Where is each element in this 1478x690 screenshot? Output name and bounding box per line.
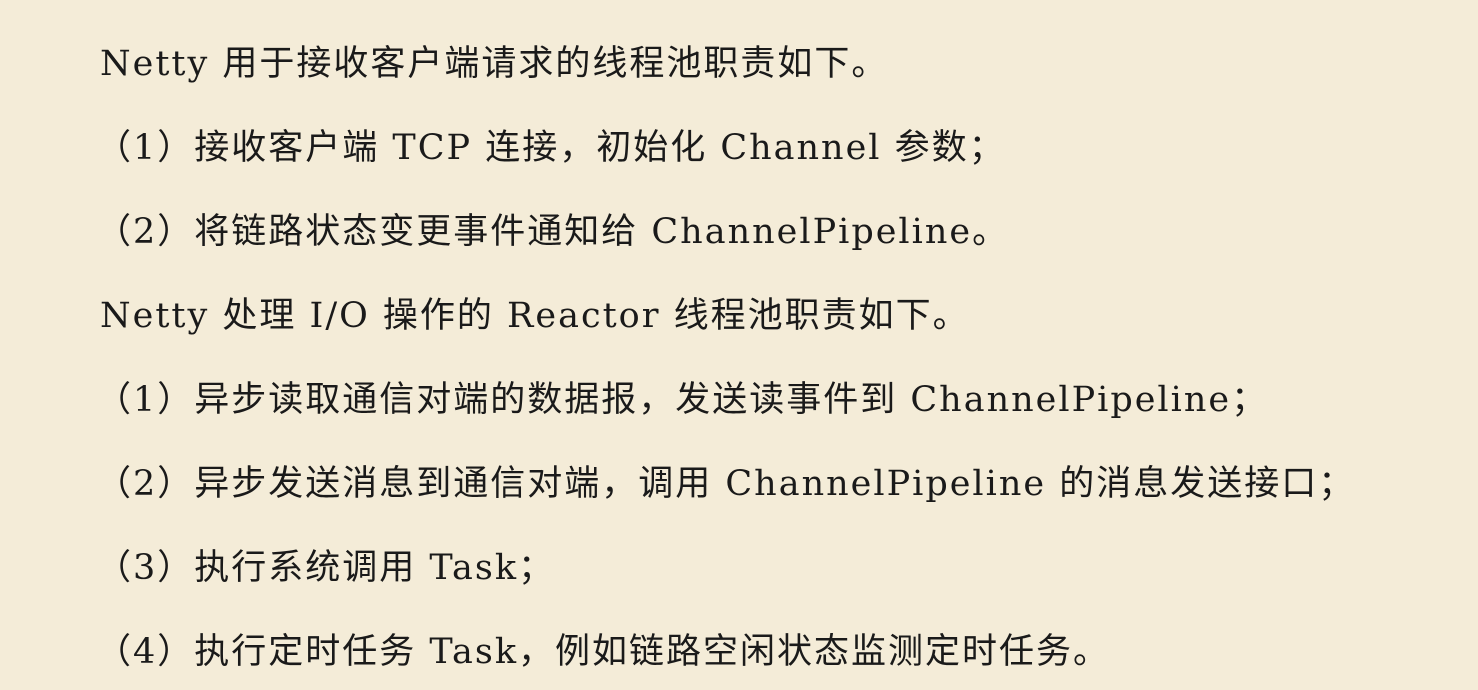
list-item-reactor-1: （1）异步读取通信对端的数据报，发送读事件到 ChannelPipeline；: [96, 380, 1269, 420]
list-item-acceptor-1: （1）接收客户端 TCP 连接，初始化 Channel 参数；: [96, 128, 1006, 168]
list-item-reactor-3: （3）执行系统调用 Task；: [96, 548, 556, 588]
list-item-reactor-4: （4）执行定时任务 Task，例如链路空闲状态监测定时任务。: [96, 632, 1111, 672]
paragraph-reactor-intro: Netty 处理 I/O 操作的 Reactor 线程池职责如下。: [100, 296, 970, 336]
paragraph-acceptor-intro: Netty 用于接收客户端请求的线程池职责如下。: [100, 44, 889, 84]
list-item-acceptor-2: （2）将链路状态变更事件通知给 ChannelPipeline。: [96, 212, 1010, 252]
list-item-reactor-2: （2）异步发送消息到通信对端，调用 ChannelPipeline 的消息发送接…: [96, 464, 1356, 504]
document-page: Netty 用于接收客户端请求的线程池职责如下。 （1）接收客户端 TCP 连接…: [0, 0, 1478, 690]
